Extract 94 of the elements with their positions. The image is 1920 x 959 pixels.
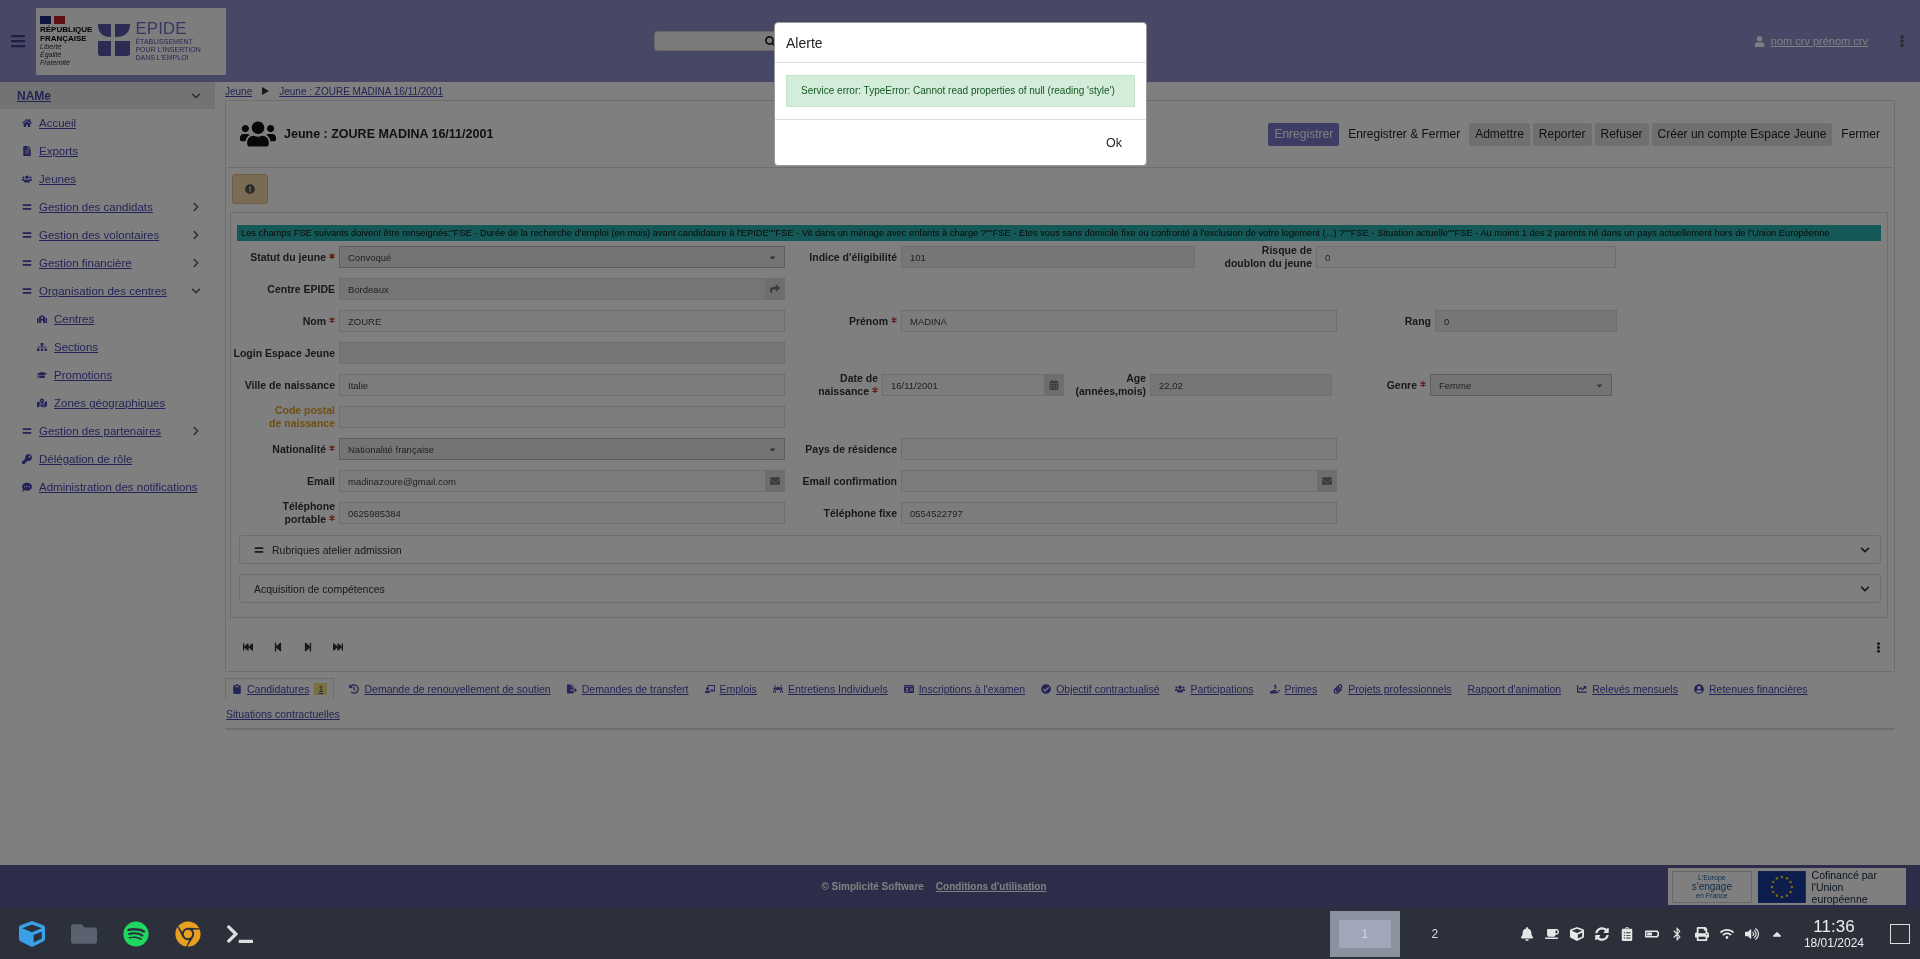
field-label: Genre	[1332, 378, 1430, 392]
input-field[interactable]: 0	[1316, 246, 1616, 268]
clock-date: 18/01/2024	[1803, 935, 1864, 950]
related-link-tab[interactable]: Situations contractuelles	[225, 703, 341, 724]
count-badge: 1	[314, 683, 328, 695]
field-label: Prénom	[785, 314, 901, 328]
funding-text: Cofinancé par	[1811, 868, 1878, 881]
related-link-tab[interactable]: Projets professionnels	[1332, 678, 1453, 699]
accordion-header[interactable]: Rubriques atelier admission	[239, 535, 1881, 564]
menu-link[interactable]: Jeunes	[39, 173, 201, 185]
select-field[interactable]: Nationalité française	[339, 438, 785, 460]
logo-text: RÉPUBLIQUE	[40, 25, 93, 34]
info-banner: Les champs FSE suivants doivent être renseignés:"FSE - Durée de la recherche d'emploi (en mois) avant candidature à l'EPIDE""FSE - Vit dans un ménage avec enfants à charge ?""FSE - Etes vous sans domicile fixe ou confronté à l'exclusion de votre logement (...) ?""FSE - Situation actuelle""FSE - Au moins 1 des 2 parents né dans un pays actuellement hors de l'Union Européenne	[237, 225, 1881, 241]
related-link-tab[interactable]: Demande de renouvellement de soutien	[348, 678, 552, 699]
related-link-tab[interactable]: Retenues financières	[1692, 678, 1809, 699]
related-link-tab[interactable]: Entretiens Individuels	[771, 678, 889, 699]
menu-link[interactable]: Organisation des centres	[39, 285, 184, 297]
menu-link[interactable]: Gestion des candidats	[39, 201, 184, 213]
input-field[interactable]: MADINA	[901, 310, 1337, 332]
menu-link[interactable]: Exports	[39, 145, 201, 157]
action-button[interactable]: Créer un compte Espace Jeune	[1651, 122, 1833, 146]
workspace-button[interactable]: 2	[1399, 910, 1470, 957]
dialog-title: Alerte	[786, 34, 823, 51]
field-label: Pays de résidence	[804, 442, 898, 456]
field-label: Nationalité	[231, 442, 339, 456]
input-field[interactable]: madinazoure@gmail.com	[339, 470, 785, 492]
record-title: Jeune : ZOURE MADINA 16/11/2001	[284, 127, 494, 141]
related-link-tab[interactable]: Rapport d'animation	[1466, 678, 1563, 699]
field-label: Age (années,mois)	[1074, 372, 1147, 398]
field-label: Risque de doublon du jeune	[1223, 244, 1313, 270]
action-button[interactable]: Fermer	[1835, 122, 1886, 146]
logo-brand: EPIDE	[135, 20, 187, 38]
action-button[interactable]: Reporter	[1532, 122, 1592, 146]
clock-time: 11:36	[1813, 917, 1855, 936]
menu-link[interactable]: Délégation de rôle	[39, 453, 201, 465]
accordion-header[interactable]: Acquisition de compétences	[239, 574, 1881, 603]
input-field[interactable]: 0554522797	[901, 502, 1337, 524]
select-field[interactable]: Convoqué	[339, 246, 785, 268]
copyright-text: © Simplicité Software	[821, 881, 924, 892]
error-message: Service error: TypeError: Cannot read properties of null (reading 'style')	[786, 75, 1135, 107]
field-label: Email confirmation	[801, 474, 898, 488]
menu-link[interactable]: Gestion des partenaires	[39, 425, 184, 437]
select-field[interactable]: Femme	[1430, 374, 1612, 396]
related-link-tab[interactable]: Inscriptions à l'examen	[902, 678, 1027, 699]
related-link-tab[interactable]: Objectif contractualisé	[1040, 678, 1161, 699]
menu-link[interactable]: Gestion financière	[39, 257, 184, 269]
related-link-tab[interactable]: Participations	[1174, 678, 1255, 699]
input-field[interactable]: 22,02	[1150, 374, 1332, 396]
field-label: Rang	[1403, 314, 1432, 328]
action-button[interactable]: Enregistrer	[1268, 122, 1340, 146]
menu-link[interactable]: Zones géographiques	[54, 397, 201, 409]
logo-text: FRANÇAISE	[40, 34, 88, 43]
section-title: Acquisition de compétences	[254, 582, 386, 595]
breadcrumb-link[interactable]: Jeune	[225, 85, 253, 97]
input-field[interactable]: 0	[1435, 310, 1617, 332]
field-label: Ville de naissance	[243, 378, 336, 392]
logo-text: s'engage	[1691, 881, 1732, 892]
field-label: Email	[306, 474, 336, 488]
field-label: Téléphone portable	[281, 500, 336, 526]
input-field[interactable]: Italie	[339, 374, 785, 396]
menu-link[interactable]: Gestion des volontaires	[39, 229, 184, 241]
related-link-tab[interactable]: Candidatures 1	[225, 678, 335, 699]
sidebar-title[interactable]: NAMe	[17, 88, 51, 103]
field-label: Centre EPIDE	[266, 282, 336, 296]
field-label: Nom	[231, 314, 339, 328]
ok-button[interactable]: Ok	[1100, 134, 1128, 151]
action-button[interactable]: Admettre	[1469, 122, 1530, 146]
input-field[interactable]: ZOURE	[339, 310, 785, 332]
related-link-tab[interactable]: Relevés mensuels	[1576, 678, 1679, 699]
field-label: Statut du jeune	[231, 250, 339, 264]
related-link-tab[interactable]: Demandes de transfert	[565, 678, 690, 699]
field-label: Code postal de naissance	[268, 404, 336, 430]
menu-link[interactable]: Promotions	[54, 369, 201, 381]
funding-text: l'Union européenne	[1811, 880, 1868, 905]
related-link-tab[interactable]: Primes	[1268, 678, 1319, 699]
clock[interactable]: 11:36 18/01/2024	[1803, 917, 1864, 950]
field-label: Date de naissance	[817, 372, 879, 398]
action-button[interactable]: Refuser	[1594, 122, 1649, 146]
input-field[interactable]: 16/11/2001	[882, 374, 1064, 396]
related-link-tab[interactable]: Emplois	[703, 678, 758, 699]
field-label: Login Espace Jeune	[232, 346, 336, 360]
menu-link[interactable]: Sections	[54, 341, 201, 353]
input-field[interactable]: Bordeaux	[339, 278, 785, 300]
menu-link[interactable]: Centres	[54, 313, 201, 325]
menu-link[interactable]: Accueil	[39, 117, 201, 129]
field-label: Indice d'éligibilité	[808, 250, 898, 264]
action-button[interactable]: Enregistrer & Fermer	[1342, 122, 1467, 146]
input-field[interactable]: 0625985384	[339, 502, 785, 524]
field-label: Téléphone fixe	[822, 506, 898, 520]
input-field[interactable]: 101	[901, 246, 1195, 268]
footer-link[interactable]: Conditions d'utilisation	[935, 881, 1047, 892]
breadcrumb-link[interactable]: Jeune : ZOURE MADINA 16/11/2001	[279, 85, 444, 97]
section-title: Rubriques atelier admission	[272, 543, 403, 556]
menu-link[interactable]: Administration des notifications	[39, 481, 201, 493]
